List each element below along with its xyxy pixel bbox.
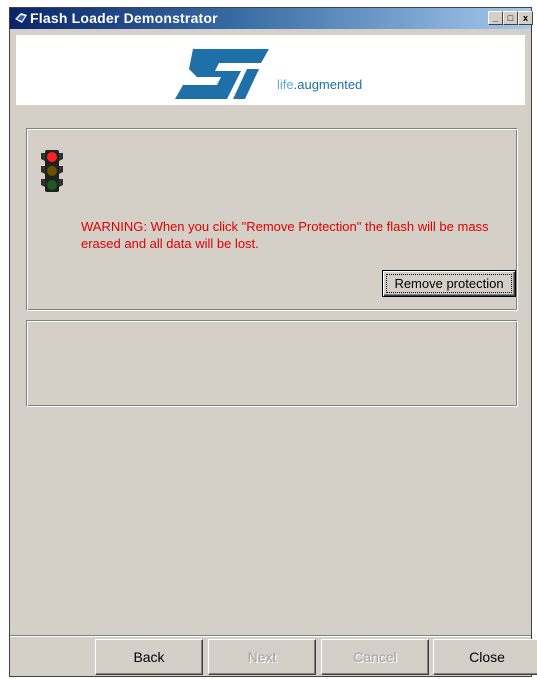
close-button[interactable]: Close: [433, 639, 537, 675]
protection-panel: WARNING: When you click "Remove Protecti…: [26, 128, 518, 311]
minimize-button[interactable]: _: [488, 11, 503, 25]
focus-ring: [386, 274, 512, 293]
st-logo: [175, 49, 269, 99]
tagline-augmented: .augmented: [293, 77, 363, 92]
remove-protection-button[interactable]: Remove protection: [382, 270, 516, 297]
cancel-button[interactable]: Cancel: [321, 639, 429, 675]
flash-loader-window: Flash Loader Demonstrator _ □ x life.aug…: [9, 7, 537, 677]
cancel-label: Cancel: [353, 649, 397, 665]
traffic-light-icon: [41, 150, 63, 192]
next-label: Next: [247, 649, 277, 665]
app-icon: [15, 13, 27, 23]
bottom-divider: [10, 635, 531, 637]
title-bar[interactable]: Flash Loader Demonstrator _ □ x: [10, 8, 533, 29]
maximize-button[interactable]: □: [503, 11, 518, 25]
st-banner: life.augmented: [16, 35, 525, 105]
close-window-button[interactable]: x: [518, 11, 533, 25]
warning-text: WARNING: When you click "Remove Protecti…: [81, 219, 489, 251]
next-button[interactable]: Next: [208, 639, 316, 675]
window-title: Flash Loader Demonstrator: [30, 10, 218, 26]
back-label: Back: [133, 649, 165, 665]
status-panel: [26, 320, 518, 407]
tagline: life.augmented: [277, 77, 362, 92]
back-button[interactable]: Back: [95, 639, 203, 675]
tagline-life: life: [277, 77, 294, 92]
close-label: Close: [469, 649, 505, 665]
